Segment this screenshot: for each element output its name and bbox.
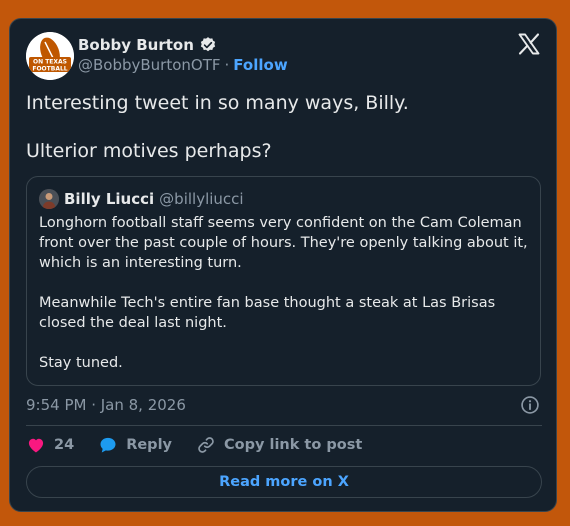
reply-button[interactable]: Reply <box>98 435 172 455</box>
copy-link-label: Copy link to post <box>224 437 363 453</box>
author-handle[interactable]: @BobbyBurtonOTF <box>78 55 221 75</box>
quoted-paragraph: Meanwhile Tech's entire fan base thought… <box>39 295 496 331</box>
embedded-tweet-card: ON TEXAS FOOTBALL Bobby Burton @BobbyBur… <box>9 18 557 512</box>
reply-bubble-icon <box>100 437 116 453</box>
tweet-paragraph: Ulterior motives perhaps? <box>26 140 272 162</box>
info-icon[interactable] <box>520 395 540 415</box>
quoted-author-name: Billy Liucci <box>64 190 155 208</box>
avatar-logo-line1: ON TEXAS <box>33 59 67 66</box>
action-bar: 24 Reply Copy link to post <box>26 435 386 455</box>
follow-link[interactable]: Follow <box>233 55 287 75</box>
quoted-paragraph: Longhorn football staff seems very confi… <box>39 215 528 271</box>
tweet-text: Interesting tweet in so many ways, Billy… <box>26 91 536 163</box>
separator-dot: · <box>224 56 230 74</box>
author-handle-row: @BobbyBurtonOTF · Follow <box>78 55 288 75</box>
read-more-button[interactable]: Read more on X <box>26 466 542 498</box>
verified-badge-icon <box>200 37 216 52</box>
link-icon <box>198 437 214 453</box>
author-name-row[interactable]: Bobby Burton <box>78 35 217 55</box>
quoted-paragraph: Stay tuned. <box>39 355 123 371</box>
quoted-author-handle: @billyliucci <box>159 190 244 208</box>
heart-icon <box>28 438 44 453</box>
quoted-tweet-header: Billy Liucci @billyliucci <box>39 189 244 209</box>
reply-label: Reply <box>126 437 172 453</box>
like-count: 24 <box>54 437 75 453</box>
avatar-logo-line2: FOOTBALL <box>32 66 67 73</box>
quoted-tweet-text: Longhorn football staff seems very confi… <box>39 213 529 373</box>
divider <box>26 425 542 426</box>
tweet-paragraph: Interesting tweet in so many ways, Billy… <box>26 92 409 114</box>
like-button[interactable]: 24 <box>26 435 74 455</box>
tweet-timestamp[interactable]: 9:54 PM · Jan 8, 2026 <box>26 395 186 415</box>
copy-link-button[interactable]: Copy link to post <box>196 435 362 455</box>
author-name[interactable]: Bobby Burton <box>78 35 194 55</box>
quoted-author-avatar <box>39 189 59 209</box>
x-logo-icon[interactable] <box>517 32 541 56</box>
quoted-tweet[interactable]: Billy Liucci @billyliucci Longhorn footb… <box>26 176 541 386</box>
author-avatar[interactable]: ON TEXAS FOOTBALL <box>26 32 74 80</box>
